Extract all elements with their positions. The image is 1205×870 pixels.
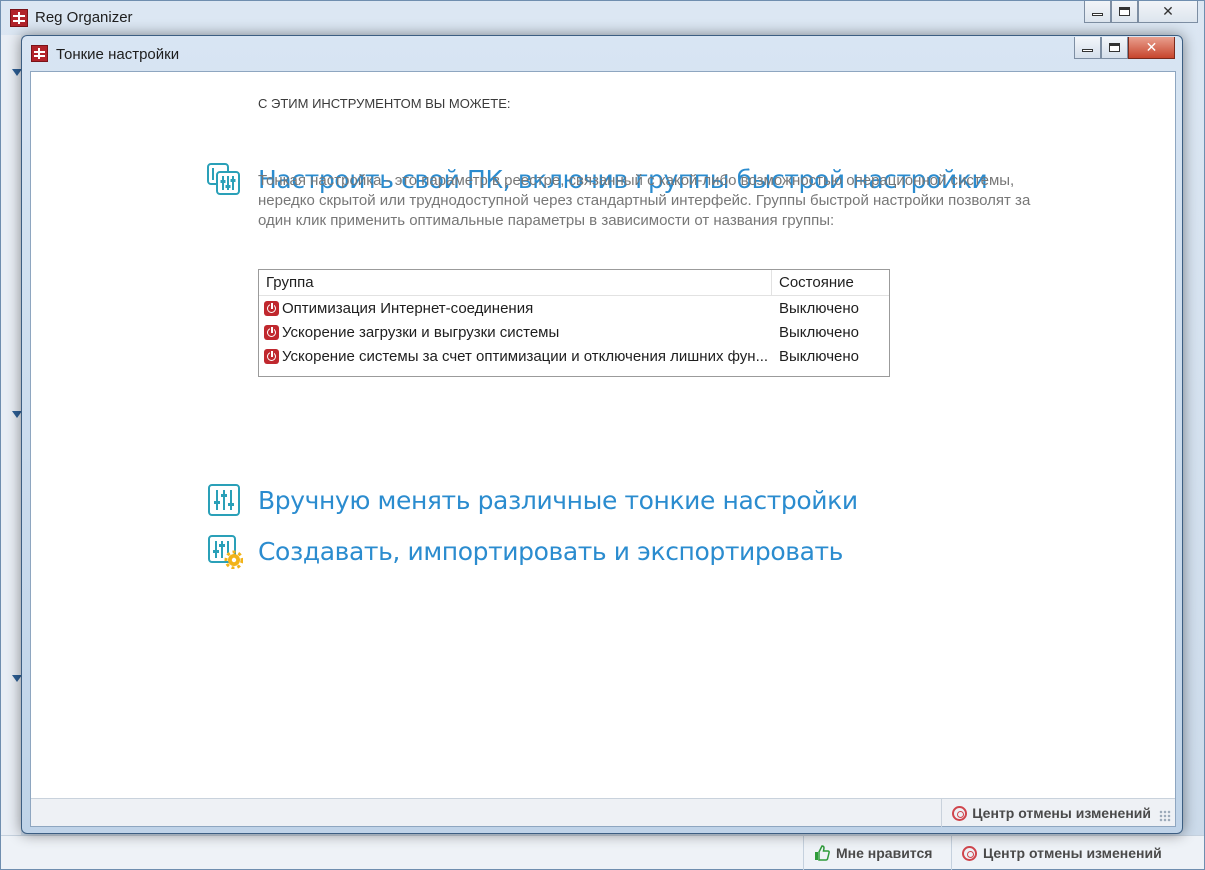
table-cell-group: Ускорение системы за счет оптимизации и …: [259, 348, 772, 365]
reg-organizer-app-icon: [10, 9, 28, 27]
main-window-title: Reg Organizer: [35, 9, 133, 26]
column-header-group[interactable]: Группа: [259, 270, 772, 295]
group-name: Ускорение системы за счет оптимизации и …: [282, 347, 769, 365]
main-titlebar[interactable]: Reg Organizer ✕: [1, 1, 1204, 35]
column-header-state[interactable]: Состояние: [772, 270, 889, 295]
minimize-icon: [1092, 13, 1103, 16]
table-row[interactable]: Ускорение загрузки и выгрузки системы Вы…: [259, 320, 889, 344]
power-off-icon[interactable]: [264, 348, 279, 364]
maximize-icon: [1109, 43, 1120, 52]
group-name: Оптимизация Интернет-соединения: [282, 299, 534, 317]
description-text: Тонкая настройка - это параметр в реестр…: [258, 172, 1031, 229]
section-caption: С ЭТИМ ИНСТРУМЕНТОМ ВЫ МОЖЕТЕ:: [258, 96, 511, 111]
table-cell-group: Оптимизация Интернет-соединения: [259, 300, 772, 317]
dialog-minimize-button[interactable]: [1074, 37, 1101, 59]
main-window-controls: ✕: [1084, 1, 1198, 23]
table-header: Группа Состояние: [259, 270, 889, 296]
quick-tweaks-icon: [207, 163, 240, 195]
table-row[interactable]: Оптимизация Интернет-соединения Выключен…: [259, 296, 889, 320]
power-off-icon[interactable]: [264, 324, 279, 340]
dialog-window-controls: ✕: [1074, 37, 1175, 59]
maximize-icon: [1119, 7, 1130, 16]
minimize-icon: [1082, 49, 1093, 52]
dialog-app-icon: [31, 45, 48, 62]
dialog-content: С ЭТИМ ИНСТРУМЕНТОМ ВЫ МОЖЕТЕ: Настроить…: [30, 71, 1176, 827]
sliders-icon: [208, 484, 240, 516]
like-label: Мне нравится: [836, 845, 933, 861]
power-off-icon[interactable]: [264, 300, 279, 316]
main-left-panel: [1, 35, 22, 835]
main-maximize-button[interactable]: [1111, 1, 1138, 23]
resize-grip-icon[interactable]: [1159, 810, 1171, 822]
create-import-export-action[interactable]: Создавать, импортировать и экспортироват…: [207, 533, 843, 569]
undo-center-icon: [952, 805, 968, 821]
tweaks-dialog: Тонкие настройки ✕ С ЭТИМ ИНСТРУМЕНТОМ В…: [21, 35, 1183, 834]
close-icon: ✕: [1145, 39, 1158, 56]
dialog-maximize-button[interactable]: [1101, 37, 1128, 59]
dialog-statusbar: Центр отмены изменений: [31, 798, 1175, 827]
main-undo-center-label: Центр отмены изменений: [983, 845, 1162, 861]
quick-groups-table: Группа Состояние Оптимизация Интернет-со…: [258, 269, 890, 377]
sliders-gear-icon: [208, 535, 243, 569]
undo-center-icon: [962, 845, 977, 861]
dialog-title: Тонкие настройки: [56, 46, 180, 63]
main-undo-center-button[interactable]: Центр отмены изменений: [951, 836, 1162, 870]
manual-tweaks-link[interactable]: Вручную менять различные тонкие настройк…: [258, 486, 858, 515]
main-close-button[interactable]: ✕: [1138, 1, 1198, 23]
group-state: Выключено: [779, 347, 859, 365]
thumbs-up-icon: [815, 845, 830, 861]
main-minimize-button[interactable]: [1084, 1, 1111, 23]
dialog-undo-center-label: Центр отмены изменений: [972, 805, 1151, 821]
main-statusbar: Мне нравится Центр отмены изменений: [1, 835, 1204, 870]
dialog-undo-center-button[interactable]: Центр отмены изменений: [941, 799, 1151, 827]
table-cell-group: Ускорение загрузки и выгрузки системы: [259, 324, 772, 341]
like-button[interactable]: Мне нравится: [803, 836, 932, 870]
dialog-close-button[interactable]: ✕: [1128, 37, 1175, 59]
group-state: Выключено: [779, 323, 859, 341]
create-import-export-link[interactable]: Создавать, импортировать и экспортироват…: [258, 537, 843, 566]
group-state: Выключено: [779, 299, 859, 317]
table-row[interactable]: Ускорение системы за счет оптимизации и …: [259, 344, 889, 368]
group-name: Ускорение загрузки и выгрузки системы: [282, 323, 560, 341]
close-icon: ✕: [1162, 3, 1174, 20]
manual-tweaks-action[interactable]: Вручную менять различные тонкие настройк…: [207, 482, 858, 518]
